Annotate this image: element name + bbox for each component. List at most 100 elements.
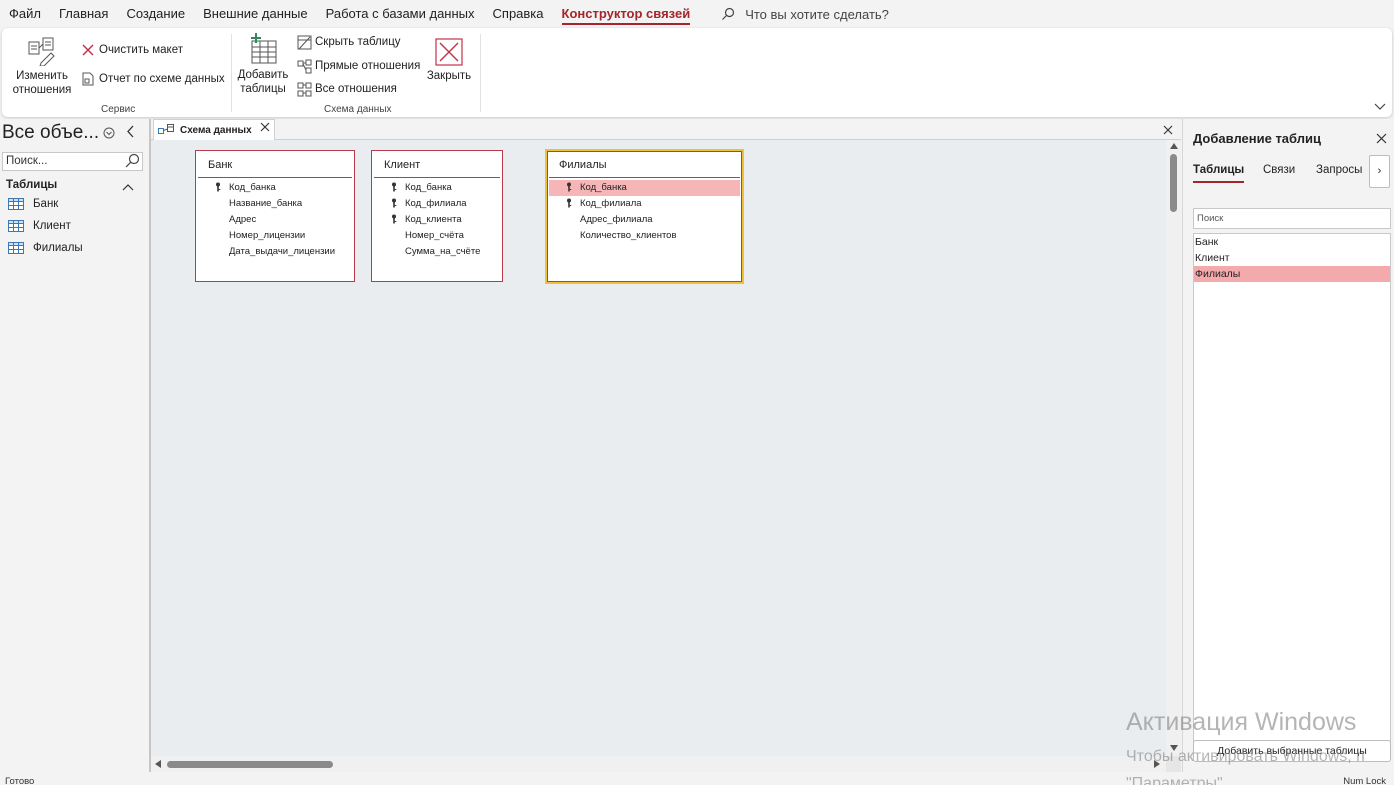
add-selected-tables-button[interactable]: Добавить выбранные таблицы [1193,740,1391,762]
tab-create[interactable]: Создание [117,0,194,28]
pane-tabs-more-button[interactable]: › [1369,155,1390,188]
tab-help[interactable]: Справка [484,0,553,28]
tab-database-tools[interactable]: Работа с базами данных [317,0,484,28]
horizontal-scroll-thumb[interactable] [167,761,333,768]
vertical-scrollbar[interactable] [1166,140,1181,756]
table-box-client[interactable]: Клиент Код_банка Код_филиала Код_клиента… [371,150,503,282]
tab-home[interactable]: Главная [50,0,117,28]
nav-item-branches[interactable]: Филиалы [8,242,83,254]
list-item[interactable]: Банк [1194,234,1390,250]
field-row[interactable]: Адрес [198,212,352,228]
arrow-down-icon[interactable] [1170,745,1178,751]
search-icon [722,7,735,20]
field-name: Номер_лицензии [229,230,306,241]
nav-item-client[interactable]: Клиент [8,220,71,232]
tab-relationship-design[interactable]: Конструктор связей [553,0,700,28]
nav-item-bank[interactable]: Банк [8,198,58,210]
relationship-report-label: Отчет по схеме данных [99,73,225,85]
hide-table-label: Скрыть таблицу [315,36,401,48]
group-separator [231,34,232,112]
tab-external-data[interactable]: Внешние данные [194,0,317,28]
field-row[interactable]: Номер_счёта [374,228,500,244]
field-row[interactable]: Сумма_на_счёте [374,244,500,260]
all-relationships-button[interactable]: Все отношения [296,81,397,97]
field-row[interactable]: Адрес_филиала [549,212,740,228]
field-row-selected[interactable]: Код_банка [549,180,740,196]
close-icon [80,42,96,58]
pane-tab-links[interactable]: Связи [1263,164,1295,176]
field-name: Код_банка [229,182,276,193]
direct-relationships-button[interactable]: Прямые отношения [296,58,420,74]
field-name: Код_филиала [405,198,467,209]
field-row[interactable]: Код_банка [198,180,352,196]
num-lock-indicator: Num Lock [1343,776,1386,785]
close-pane-icon[interactable] [1376,131,1387,149]
field-row[interactable]: Количество_клиентов [549,228,740,244]
table-box-title[interactable]: Клиент [374,151,500,178]
tab-relationships-schema[interactable]: Схема данных [153,119,275,140]
field-name: Код_банка [580,182,627,193]
add-tables-pane: Добавление таблиц Таблицы Связи Запросы … [1182,119,1394,772]
nav-title[interactable]: Все объе... [2,122,99,144]
field-row[interactable]: Название_банка [198,196,352,212]
nav-item-label: Клиент [33,220,71,232]
tab-file[interactable]: Файл [0,0,50,28]
edit-relationships-button[interactable]: Изменить отношения [12,34,72,97]
field-name: Дата_выдачи_лицензии [229,246,336,257]
add-tables-button[interactable]: Добавить таблицы [236,33,290,96]
close-tab-icon[interactable] [260,122,270,135]
nav-group-tables[interactable]: Таблицы [6,179,57,191]
arrow-up-icon[interactable] [1170,143,1178,149]
field-row[interactable]: Код_банка [374,180,500,196]
table-box-title[interactable]: Банк [198,151,352,178]
chevron-left-icon[interactable] [126,125,135,143]
list-item-selected[interactable]: Филиалы [1194,266,1390,282]
field-name: Сумма_на_счёте [405,246,481,257]
relationship-report-button[interactable]: Отчет по схеме данных [80,71,225,87]
field-row[interactable]: Код_клиента [374,212,500,228]
direct-relationships-label: Прямые отношения [315,60,421,72]
nav-search-input[interactable]: Поиск... [2,152,143,171]
chevron-up-icon[interactable] [122,178,134,196]
close-relationships-button[interactable]: Закрыть [426,34,472,83]
field-name: Код_банка [405,182,452,193]
close-document-icon[interactable] [1163,122,1173,140]
chevron-down-icon[interactable] [1374,98,1386,116]
nav-item-label: Банк [33,198,59,210]
pane-search-input[interactable]: Поиск [1193,208,1391,229]
clear-layout-button[interactable]: Очистить макет [80,42,183,58]
arrow-right-icon[interactable] [1154,760,1160,768]
field-row[interactable]: Дата_выдачи_лицензии [198,244,352,260]
table-box-title[interactable]: Филиалы [549,151,740,178]
vertical-scroll-thumb[interactable] [1170,154,1177,212]
close-x-icon [435,34,463,66]
relationships-canvas[interactable]: Банк Код_банка Название_банка Адрес Номе… [151,140,1166,756]
search-icon[interactable] [124,153,140,174]
group-separator [480,34,481,112]
pane-tab-tables[interactable]: Таблицы [1193,164,1245,183]
table-box-branches[interactable]: Филиалы Код_банка Код_филиала Адрес_фили… [545,149,744,284]
navigation-pane: Все объе... Поиск... Таблицы Банк Клиент… [0,119,148,772]
arrow-left-icon[interactable] [155,760,161,768]
field-row[interactable]: Код_филиала [374,196,500,212]
edit-relationships-label: Изменить отношения [12,70,72,96]
all-relationships-label: Все отношения [315,83,397,95]
direct-relationships-icon [296,58,312,74]
edit-relationships-icon [27,34,57,66]
field-name: Количество_клиентов [580,230,677,241]
pane-tab-queries[interactable]: Запросы [1316,164,1362,176]
schema-group-label: Схема данных [324,104,392,115]
tab-label: Схема данных [180,124,252,136]
list-item[interactable]: Клиент [1194,250,1390,266]
field-row[interactable]: Код_филиала [549,196,740,212]
hide-table-button[interactable]: Скрыть таблицу [296,34,401,50]
pane-table-list[interactable]: Банк Клиент Филиалы [1193,233,1391,747]
field-row[interactable]: Номер_лицензии [198,228,352,244]
close-relationships-label: Закрыть [426,70,472,82]
table-box-bank[interactable]: Банк Код_банка Название_банка Адрес Номе… [195,150,355,282]
ribbon: Изменить отношения Очистить макет Отчет … [2,28,1392,117]
dropdown-circle-icon[interactable] [103,126,115,144]
tell-me-box[interactable]: Что вы хотите сделать? [721,7,889,22]
field-name: Адрес_филиала [580,214,653,225]
horizontal-scrollbar[interactable] [151,756,1166,772]
